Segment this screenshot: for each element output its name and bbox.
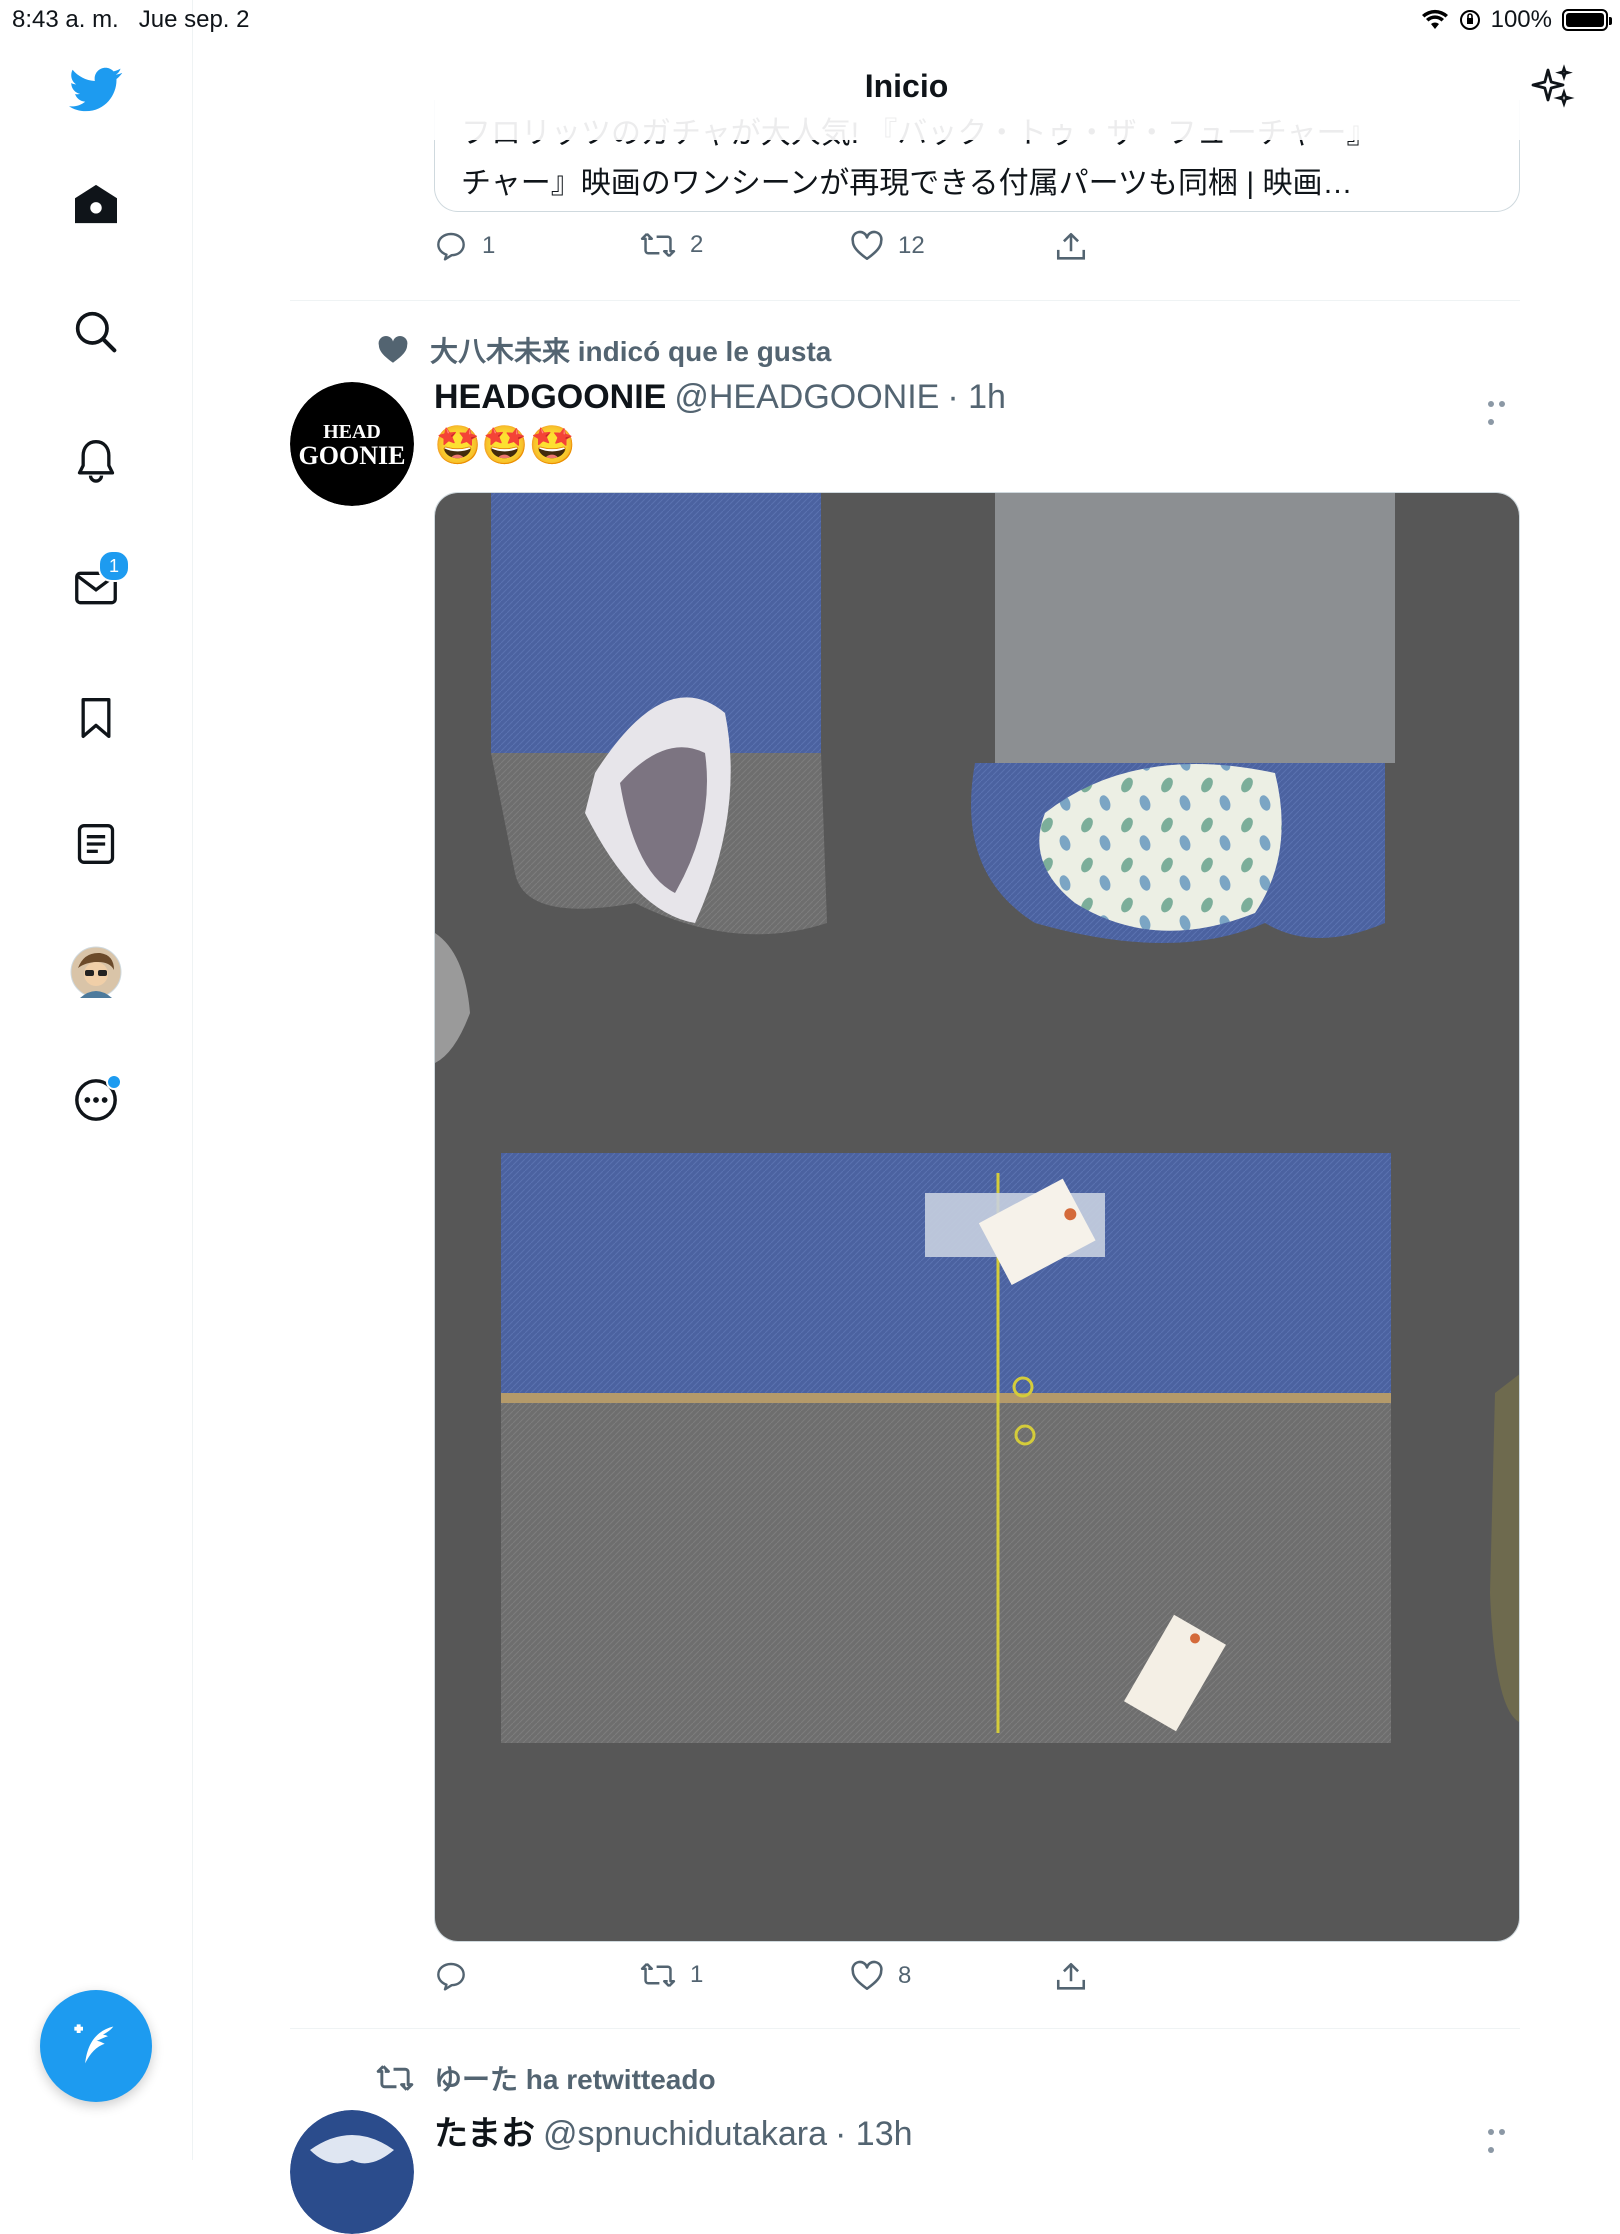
author-handle[interactable]: @spnuchidutakara <box>543 2115 827 2154</box>
like-count: 12 <box>898 232 925 259</box>
retweet-count: 2 <box>690 231 704 258</box>
profile-avatar[interactable] <box>66 942 126 1002</box>
like-count: 8 <box>898 1962 912 1989</box>
tweet-header: HEADGOONIE @HEADGOONIE · 1h <box>434 378 1006 417</box>
page-title: Inicio <box>864 68 949 104</box>
battery-percent: 100% <box>1490 6 1552 33</box>
share-icon <box>1056 1962 1086 1990</box>
reply-button[interactable]: 1 <box>434 230 495 262</box>
tweet-text: 🤩🤩🤩 <box>434 425 576 467</box>
like-button[interactable]: 12 <box>850 230 925 262</box>
tweet-header: たまお @spnuchidutakara · 13h <box>434 2106 913 2155</box>
rotation-lock-icon <box>1459 10 1480 30</box>
twitter-logo-icon[interactable] <box>66 60 126 120</box>
tweet-more-button[interactable] <box>1488 394 1520 425</box>
sidebar: 1 <box>0 0 193 2160</box>
author-handle[interactable]: @HEADGOONIE <box>674 378 939 417</box>
retweet-button[interactable]: 1 <box>640 1960 703 1990</box>
bookmark-icon[interactable] <box>66 688 126 748</box>
sparkle-icon[interactable] <box>1528 64 1576 112</box>
reply-button[interactable] <box>434 1960 482 1992</box>
retweet-icon <box>640 233 676 257</box>
social-context-text: 大八木未来 indicó que le gusta <box>430 336 832 367</box>
battery-icon <box>1562 9 1612 31</box>
social-context-text: ゆーた ha retwitteado <box>434 2064 716 2095</box>
reply-count: 1 <box>482 232 496 259</box>
like-icon <box>851 230 883 261</box>
author-name[interactable]: HEADGOONIE <box>434 378 666 417</box>
tweet-divider <box>290 300 1520 301</box>
author-avatar[interactable]: HEAD GOONIE <box>290 382 414 506</box>
heart-filled-icon <box>378 335 408 363</box>
status-time: 8:43 a. m. Jue sep. 2 <box>12 6 250 33</box>
share-button[interactable] <box>1054 230 1088 264</box>
retweet-button[interactable]: 2 <box>640 230 703 260</box>
retweet-count: 1 <box>690 1961 704 1988</box>
tweet-more-button[interactable] <box>1488 2122 1520 2153</box>
tweet-divider <box>290 2028 1520 2029</box>
home-icon[interactable] <box>66 174 126 234</box>
retweet-icon <box>640 1963 676 1987</box>
search-icon[interactable] <box>66 302 126 362</box>
notifications-icon[interactable] <box>66 430 126 490</box>
avatar-text-top: HEAD <box>323 421 381 443</box>
tweet-time[interactable]: · 1h <box>947 378 1006 417</box>
author-avatar[interactable] <box>290 2110 414 2234</box>
messages-badge: 1 <box>98 550 130 582</box>
wifi-icon <box>1421 9 1448 29</box>
prev-tweet-actions: 1 2 12 <box>434 230 1194 274</box>
like-icon <box>851 1960 883 1991</box>
share-icon <box>1056 232 1086 260</box>
status-bar: 8:43 a. m. Jue sep. 2 100% <box>0 0 1620 40</box>
status-right: 100% <box>1421 6 1612 34</box>
author-name[interactable]: たまお <box>434 2106 535 2155</box>
avatar-text-bottom: GOONIE <box>299 441 406 470</box>
link-card-title-line2: チャー』映画のワンシーンが再現できる付属パーツも同梱 | 映画… <box>461 167 1353 200</box>
messages-icon[interactable]: 1 <box>66 550 130 618</box>
tweet-actions: 1 8 <box>434 1960 1194 2004</box>
reply-icon <box>437 1962 465 1991</box>
tweet-time[interactable]: · 13h <box>835 2115 913 2154</box>
more-notification-dot <box>106 1074 122 1090</box>
compose-tweet-button[interactable] <box>40 1990 152 2102</box>
reply-icon <box>437 232 465 261</box>
tweet-photo[interactable] <box>434 492 1520 1942</box>
lists-icon[interactable] <box>66 814 126 874</box>
like-button[interactable]: 8 <box>850 1960 911 1992</box>
share-button[interactable] <box>1054 1960 1088 1994</box>
compose-feather-icon <box>74 2024 114 2064</box>
social-context-retweeted[interactable]: ゆーた ha retwitteado <box>376 2058 716 2098</box>
more-icon[interactable] <box>66 1070 126 1130</box>
social-context-liked[interactable]: 大八木未来 indicó que le gusta <box>376 330 831 370</box>
retweet-icon <box>376 2065 414 2091</box>
